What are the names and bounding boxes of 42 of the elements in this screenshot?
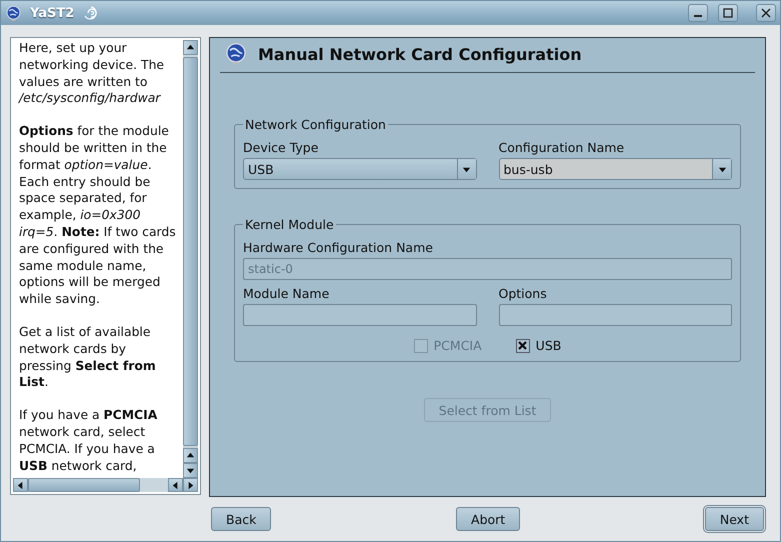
combo-box[interactable]: USB [243, 158, 476, 180]
horizontal-scrollbar[interactable] [13, 478, 198, 492]
help-paragraph: Get a list of available network cards by pressing Select from List. [19, 324, 157, 392]
field-label: Hardware Configuration Name [243, 240, 434, 255]
input-field[interactable] [243, 304, 476, 326]
arrow-up-icon [186, 43, 195, 52]
close-icon [761, 8, 771, 18]
window-title: YaST2 [30, 6, 74, 20]
globe-icon [5, 4, 22, 22]
maximize-button[interactable] [718, 4, 738, 22]
field-label: Configuration Name [498, 140, 626, 155]
arrow-down-icon [718, 164, 726, 174]
checkbox-label: PCMCIA [434, 338, 482, 353]
minimize-button[interactable] [688, 4, 708, 22]
field-label: Device Type [243, 140, 320, 155]
help-paragraph: Here, set up your networking device. The values are written to /etc/sysconfig/hardwar [19, 40, 166, 108]
checkmark-icon [518, 341, 528, 350]
arrow-up-icon [186, 451, 195, 460]
dialog-title: Manual Network Card Configuration [258, 44, 582, 64]
checkbox[interactable] [516, 338, 530, 352]
arrow-left-icon [171, 480, 180, 490]
combo-box[interactable]: bus-usb [498, 158, 732, 180]
wizard-button[interactable]: Back [211, 507, 272, 531]
arrow-down-icon [186, 466, 195, 475]
checkbox-label: USB [536, 338, 562, 353]
wizard-button[interactable]: Abort [456, 507, 520, 531]
vertical-scrollbar[interactable] [183, 40, 198, 478]
arrow-right-icon [186, 480, 195, 490]
minimize-icon [694, 15, 702, 17]
globe-icon [224, 42, 248, 66]
group-legend: Kernel Module [243, 217, 336, 232]
field-label: Options [498, 286, 548, 301]
input-field[interactable] [498, 304, 732, 326]
help-paragraph: Options for the module should be written in the format option=value. Each entry should be space separated, for example, io=0x300 irq=5. Note: If two cards are configured with the same module name, options will be merged while saving. [19, 123, 177, 308]
help-paragraph: If you have a PCMCIA network card, select PCMCIA. If you have a USB network card, [19, 407, 158, 474]
maximize-icon [723, 8, 733, 18]
close-button[interactable] [756, 4, 776, 22]
wizard-button[interactable]: Next [704, 507, 764, 531]
field-label: Module Name [243, 286, 330, 301]
arrow-left-icon [16, 480, 25, 490]
arrow-down-icon [462, 164, 471, 174]
group-legend: Network Configuration [243, 117, 388, 132]
